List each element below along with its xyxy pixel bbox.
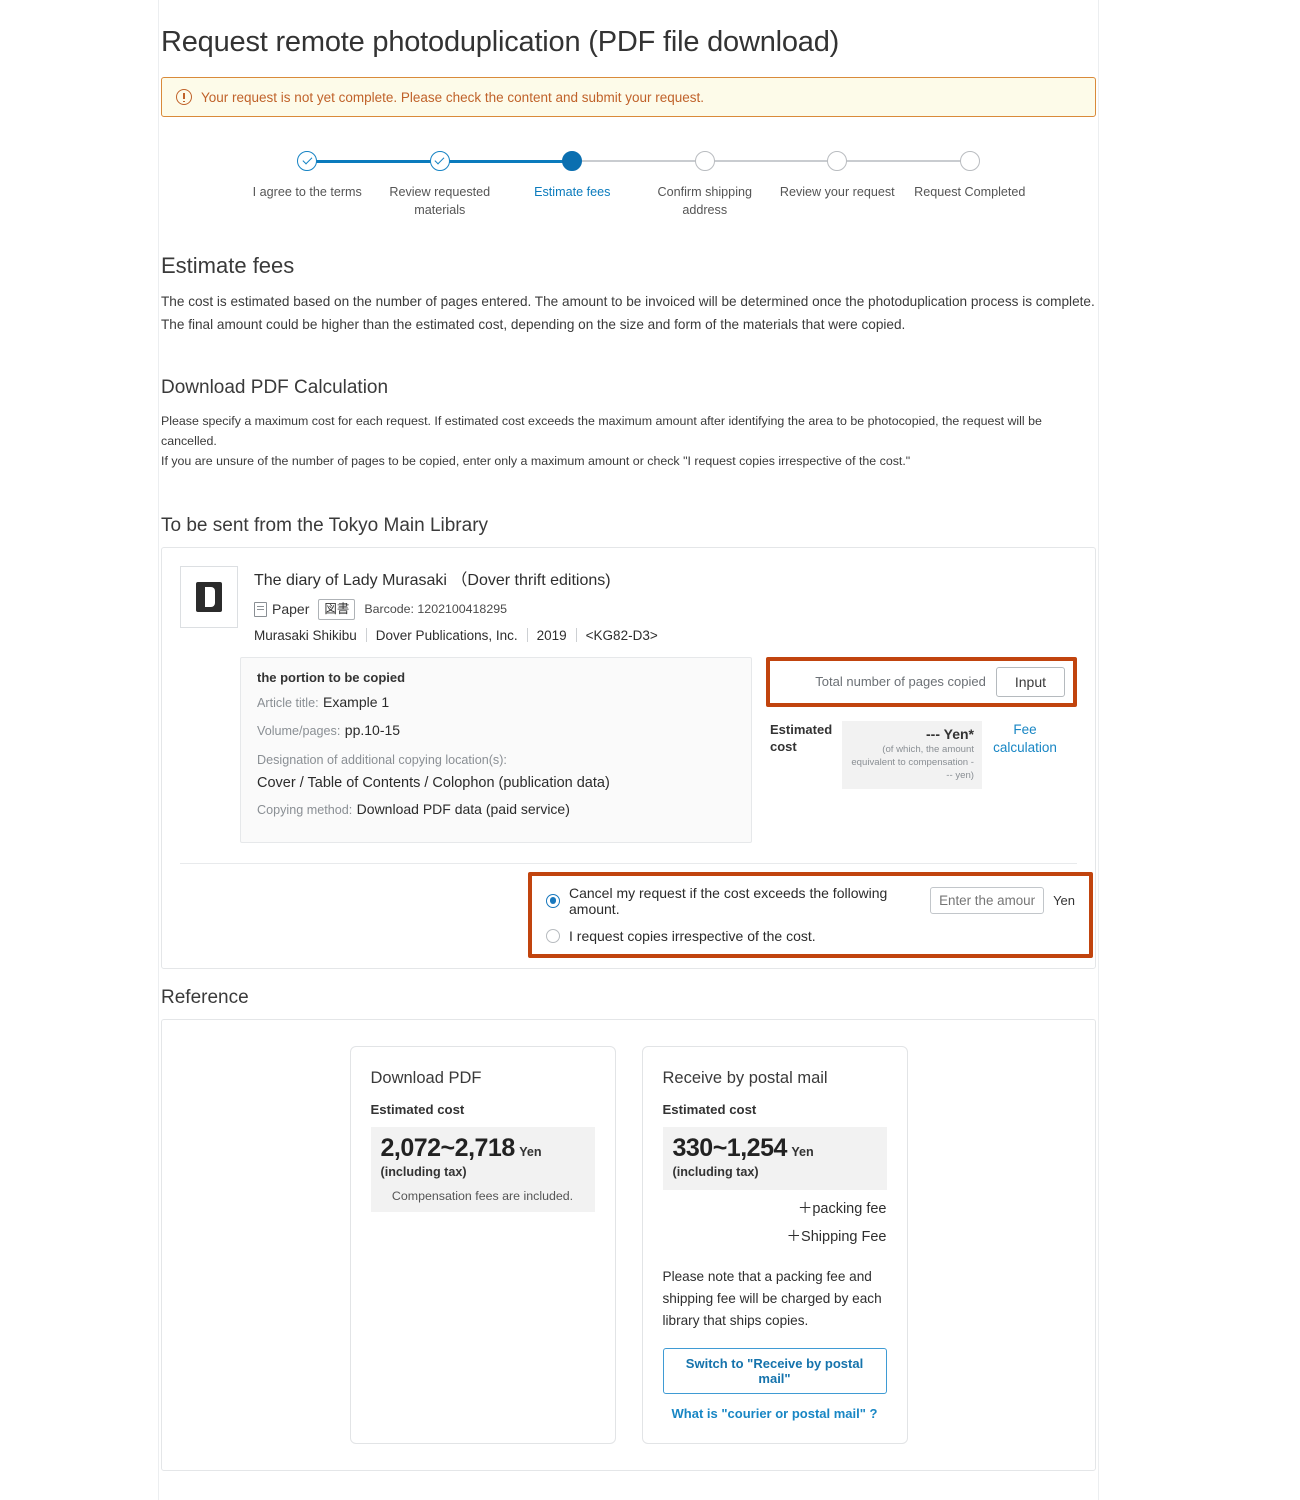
step-label: Review requested materials (389, 185, 491, 218)
total-pages-label: Total number of pages copied (815, 674, 986, 690)
material-format: Paper (254, 601, 309, 617)
shipping-fee-line: ＋Shipping Fee (786, 1228, 887, 1245)
step-connector (704, 160, 838, 162)
citation-divider (526, 628, 528, 643)
material-call-number: <KG82-D3> (585, 627, 658, 643)
calculation-note-line2: If you are unsure of the number of pages… (161, 453, 911, 468)
portion-heading: the portion to be copied (257, 669, 406, 685)
citation-divider (365, 628, 367, 643)
page-title: Request remote photoduplication (PDF fil… (161, 26, 840, 58)
reference-heading: Reference (161, 986, 249, 1008)
copying-method-label: Copying method: (257, 803, 353, 818)
step-connector (572, 160, 705, 162)
estimated-cost-label: Estimated cost (770, 721, 833, 755)
step-label: Review your request (779, 185, 895, 199)
cost-footnote: Compensation fees are included. (391, 1188, 574, 1203)
calculation-note-line1: Please specify a maximum cost for each r… (161, 413, 1042, 448)
yen-unit-label: Yen (1053, 893, 1075, 909)
incomplete-request-alert: Your request is not yet complete. Please… (161, 77, 1096, 117)
cost-card-title: Receive by postal mail (662, 1068, 828, 1087)
portion-volume-pages-row: Volume/pages: pp.10-15 (257, 720, 735, 742)
main-content: Request remote photoduplication (PDF fil… (158, 0, 1099, 1500)
screenshot-root: Request remote photoduplication (PDF fil… (0, 0, 1300, 1500)
article-title-value: Example 1 (323, 693, 390, 710)
cost-amount-value: 330~1,254 (672, 1133, 788, 1162)
paper-icon (254, 601, 267, 617)
material-publisher: Dover Publications, Inc. (375, 627, 518, 643)
exclamation-circle-icon (176, 89, 192, 105)
estimated-cost-row: Estimated cost --- Yen* (of which, the a… (766, 720, 1077, 789)
switch-to-postal-mail-button[interactable]: Switch to "Receive by postal mail" (662, 1347, 887, 1394)
book-icon (196, 581, 222, 612)
material-type-badge: 図書 (318, 598, 356, 620)
step-i-agree-to-the-terms: I agree to the terms (241, 151, 440, 220)
library-heading: To be sent from the Tokyo Main Library (161, 514, 489, 536)
step-label: Confirm shipping address (657, 185, 753, 218)
what-is-courier-or-postal-mail-link[interactable]: What is "courier or postal mail" ? (663, 1406, 887, 1421)
radio-irrespective-of-cost[interactable] (546, 928, 560, 943)
cost-card-postal-mail: Receive by postal mail Estimated cost 33… (641, 1045, 908, 1444)
radio-cancel-if-exceeds[interactable] (546, 893, 560, 908)
cost-limit-cancel-label: Cancel my request if the cost exceeds th… (569, 884, 888, 917)
material-year: 2019 (536, 627, 567, 643)
step-label: I agree to the terms (252, 185, 362, 199)
step-circle-current (562, 151, 583, 171)
step-connector (439, 160, 573, 163)
cost-limit-highlight: Cancel my request if the cost exceeds th… (528, 871, 1093, 958)
total-pages-input-button[interactable]: Input (995, 666, 1065, 697)
material-thumbnail (180, 565, 238, 628)
step-label: Estimate fees (534, 185, 611, 199)
cost-limit-irrespective-label: I request copies irrespective of the cos… (569, 927, 816, 944)
reference-panel: Download PDF Estimated cost 2,072~2,718 … (161, 1018, 1096, 1471)
designation-value: Cover / Table of Contents / Colophon (pu… (257, 774, 610, 791)
portion-to-be-copied-box: the portion to be copied Article title: … (240, 656, 752, 843)
volume-pages-value: pp.10-15 (344, 722, 401, 739)
estimated-cost-amount: --- Yen* (926, 725, 974, 742)
step-label: Request Completed (914, 185, 1026, 199)
step-circle-upcoming (694, 151, 715, 171)
designation-label: Designation of additional copying locati… (257, 752, 507, 767)
material-title: The diary of Lady Murasaki （Dover thrift… (254, 571, 611, 589)
cost-card-subtitle: Estimated cost (662, 1101, 757, 1117)
progress-stepper: I agree to the terms Review requested ma… (241, 143, 1036, 223)
cost-limit-option-irrespective[interactable]: I request copies irrespective of the cos… (546, 928, 1075, 944)
cost-card-subtitle: Estimated cost (370, 1101, 465, 1117)
max-amount-input[interactable] (930, 887, 1045, 915)
estimate-fees-description: The cost is estimated based on the numbe… (161, 294, 1095, 332)
cost-card-download-pdf: Download PDF Estimated cost 2,072~2,718 … (349, 1045, 616, 1444)
step-connector (307, 160, 440, 163)
alert-message: Your request is not yet complete. Please… (201, 89, 705, 105)
citation-divider (575, 628, 577, 643)
estimated-cost-box: --- Yen* (of which, the amount equivalen… (842, 720, 982, 789)
cost-amount-box: 330~1,254 Yen (including tax) (662, 1126, 887, 1190)
total-pages-highlight: Total number of pages copied Input (766, 656, 1077, 707)
step-circle-upcoming (827, 151, 848, 171)
portion-designation-row: Designation of additional copying locati… (257, 749, 735, 794)
material-author: Murasaki Shikibu (254, 627, 357, 643)
copying-method-value: Download PDF data (paid service) (356, 801, 570, 818)
fee-calculation-link[interactable]: Fee calculation (992, 721, 1058, 757)
step-circle-done (297, 151, 318, 171)
volume-pages-label: Volume/pages: (257, 724, 341, 739)
step-circle-upcoming (959, 151, 980, 171)
packing-fee-line: ＋packing fee (797, 1200, 887, 1217)
cost-amount-value: 2,072~2,718 (380, 1133, 516, 1162)
estimated-cost-note: (of which, the amount equivalent to comp… (851, 743, 974, 781)
cost-limit-option-cancel[interactable]: Cancel my request if the cost exceeds th… (546, 885, 1075, 917)
portion-copying-method-row: Copying method: Download PDF data (paid … (257, 799, 735, 821)
step-circle-done (429, 151, 450, 171)
estimate-fees-heading: Estimate fees (161, 253, 295, 278)
article-title-label: Article title: (257, 695, 319, 710)
portion-article-title-row: Article title: Example 1 (257, 692, 735, 714)
material-format-label: Paper (272, 601, 310, 618)
material-card: The diary of Lady Murasaki （Dover thrift… (161, 546, 1096, 969)
material-barcode: Barcode: 1202100418295 (364, 602, 507, 617)
cost-amount-box: 2,072~2,718 Yen (including tax) Compensa… (370, 1126, 595, 1212)
download-pdf-calculation-heading: Download PDF Calculation (161, 376, 389, 398)
postal-mail-note: Please note that a packing fee and shipp… (662, 1268, 882, 1328)
step-connector (837, 160, 970, 162)
material-citation: Murasaki Shikibu Dover Publications, Inc… (254, 628, 1077, 643)
cost-card-title: Download PDF (370, 1068, 482, 1087)
